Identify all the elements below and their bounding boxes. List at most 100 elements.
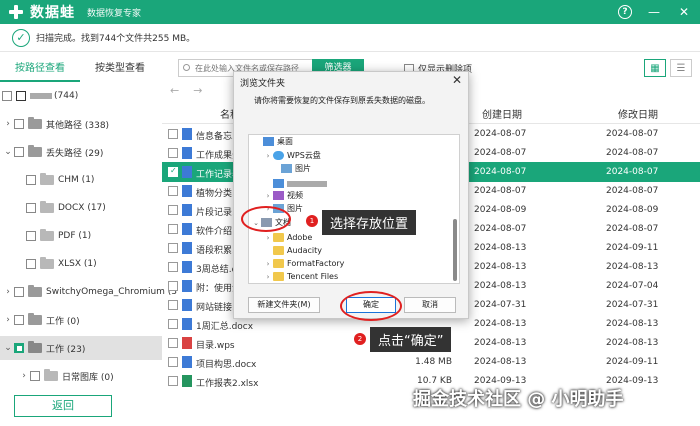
- folder-icon: [28, 313, 42, 325]
- close-icon[interactable]: ✕: [676, 4, 692, 20]
- help-icon[interactable]: ?: [618, 5, 632, 19]
- tree-checkbox[interactable]: [26, 175, 36, 185]
- desktop-folder-icon: [263, 137, 274, 146]
- list-view-icon[interactable]: ☰: [670, 59, 692, 77]
- back-arrow-icon[interactable]: ←: [170, 84, 179, 97]
- folder-tree-item[interactable]: › Adobe: [263, 231, 312, 244]
- folder-folder-icon: [273, 259, 284, 268]
- tab-by-path[interactable]: 按路径查看: [0, 60, 80, 82]
- tree-item-label: CHM (1): [58, 175, 95, 185]
- new-folder-button[interactable]: 新建文件夹(M): [248, 297, 320, 313]
- tree-item-label: XLSX (1): [58, 259, 97, 269]
- row-checkbox[interactable]: [168, 243, 178, 253]
- tree-item-daily-gallery[interactable]: › 日常图库 (0): [18, 366, 114, 386]
- folder-tree-item[interactable]: › WPS云盘: [263, 149, 321, 162]
- tree-checkbox[interactable]: [30, 371, 40, 381]
- chevron-right-icon[interactable]: ›: [263, 273, 273, 281]
- row-checkbox[interactable]: [168, 186, 178, 196]
- title-bar: 数据蛙 数据恢复专家 ? — ✕: [0, 0, 700, 24]
- tree-item-work-23[interactable]: ⌄ 工作 (23): [0, 336, 162, 360]
- cancel-button[interactable]: 取消: [404, 297, 456, 313]
- tab-by-type[interactable]: 按类型查看: [80, 60, 160, 82]
- tree-item-chm[interactable]: CHM (1): [26, 170, 94, 190]
- file-created-date: 2024-08-13: [474, 281, 527, 291]
- chevron-right-icon[interactable]: ›: [263, 152, 273, 160]
- tree-checkbox[interactable]: [14, 315, 24, 325]
- tree-item-other-paths[interactable]: › 其他路径 (338): [2, 114, 109, 134]
- chevron-right-icon[interactable]: ›: [2, 119, 14, 129]
- chevron-down-icon[interactable]: ⌄: [2, 343, 14, 353]
- chevron-right-icon[interactable]: ›: [18, 371, 30, 381]
- row-checkbox[interactable]: [168, 338, 178, 348]
- file-created-date: 2024-08-07: [474, 129, 527, 139]
- grid-view-icon[interactable]: ▦: [644, 59, 666, 77]
- file-modified-date: 2024-09-11: [606, 357, 659, 367]
- row-checkbox[interactable]: [168, 319, 178, 329]
- nav-arrows: ← →: [170, 82, 240, 98]
- tree-item-label: 日常图库 (0): [62, 372, 114, 383]
- file-modified-date: 2024-09-11: [606, 243, 659, 253]
- tree-item-docx[interactable]: DOCX (17): [26, 198, 106, 218]
- folder-tree-item[interactable]: › FormatFactory: [263, 257, 344, 270]
- tree-checkbox[interactable]: [14, 287, 24, 297]
- chevron-right-icon[interactable]: ›: [263, 260, 273, 268]
- chevron-right-icon[interactable]: ›: [263, 192, 273, 200]
- blurred-label: [287, 180, 327, 187]
- file-modified-date: 2024-08-09: [606, 205, 659, 215]
- folder-tree-item[interactable]: Audacity: [263, 244, 322, 257]
- dialog-close-icon[interactable]: ✕: [452, 73, 462, 87]
- tree-item-pdf[interactable]: PDF (1): [26, 226, 91, 246]
- folder-tree-label: 图片: [295, 164, 311, 173]
- folder-tree-item[interactable]: 桌面: [253, 135, 293, 148]
- folder-tree-item[interactable]: 图片: [271, 162, 311, 175]
- dialog-title: 浏览文件夹: [240, 79, 286, 89]
- file-size: 1.48 MB: [415, 357, 452, 367]
- tree-item-switchyomega[interactable]: › SwitchyOmega_Chromium (3: [2, 282, 177, 302]
- row-checkbox[interactable]: [168, 357, 178, 367]
- folder-icon: [28, 145, 42, 157]
- check-circle-icon: ✓: [12, 28, 30, 47]
- tree-item-work-0[interactable]: › 工作 (0): [2, 310, 80, 330]
- forward-arrow-icon[interactable]: →: [193, 84, 202, 97]
- file-modified-date: 2024-07-31: [606, 300, 659, 310]
- folder-icon: [40, 257, 54, 269]
- minimize-icon[interactable]: —: [646, 4, 662, 20]
- chevron-right-icon[interactable]: ›: [263, 234, 273, 242]
- row-checkbox[interactable]: [168, 129, 178, 139]
- tree-item-drive[interactable]: (744): [2, 86, 78, 106]
- file-icon: [182, 185, 192, 197]
- tree-checkbox[interactable]: [14, 147, 24, 157]
- folder-tree-item[interactable]: › Tencent Files: [263, 270, 338, 283]
- folder-tree-item[interactable]: WPSDrive: [263, 283, 326, 284]
- file-created-date: 2024-08-13: [474, 262, 527, 272]
- tree-item-lost-paths[interactable]: ⌄ 丢失路径 (29): [2, 142, 103, 162]
- row-checkbox[interactable]: [168, 224, 178, 234]
- tree-checkbox[interactable]: [14, 343, 24, 353]
- row-checkbox[interactable]: [168, 281, 178, 291]
- tree-checkbox[interactable]: [2, 91, 12, 101]
- tree-item-label: (744): [54, 91, 79, 101]
- row-checkbox[interactable]: [168, 148, 178, 158]
- row-checkbox[interactable]: [168, 300, 178, 310]
- row-checkbox[interactable]: [168, 205, 178, 215]
- tree-checkbox[interactable]: [14, 119, 24, 129]
- row-checkbox[interactable]: [168, 166, 178, 177]
- folder-folder-icon: [273, 233, 284, 242]
- row-checkbox[interactable]: [168, 376, 178, 386]
- row-checkbox[interactable]: [168, 262, 178, 272]
- tree-checkbox[interactable]: [26, 203, 36, 213]
- folder-tree-item[interactable]: › 视频: [263, 189, 303, 202]
- tree-item-xlsx[interactable]: XLSX (1): [26, 254, 97, 274]
- back-button[interactable]: 返回: [14, 395, 112, 417]
- chevron-right-icon[interactable]: ›: [2, 315, 14, 325]
- file-created-date: 2024-08-07: [474, 224, 527, 234]
- chevron-right-icon[interactable]: ›: [2, 287, 14, 297]
- table-row[interactable]: 项目构思.docx 1.48 MB 2024-08-13 2024-09-11: [162, 352, 700, 372]
- dialog-description: 请你将需要恢复的文件保存到原丢失数据的磁盘。: [254, 96, 430, 105]
- tree-checkbox[interactable]: [26, 259, 36, 269]
- chevron-down-icon[interactable]: ⌄: [2, 147, 14, 157]
- folder-tree-scrollbar[interactable]: [453, 219, 457, 281]
- tree-checkbox[interactable]: [26, 231, 36, 241]
- column-modified[interactable]: 修改日期: [618, 106, 658, 121]
- column-created[interactable]: 创建日期: [482, 106, 522, 121]
